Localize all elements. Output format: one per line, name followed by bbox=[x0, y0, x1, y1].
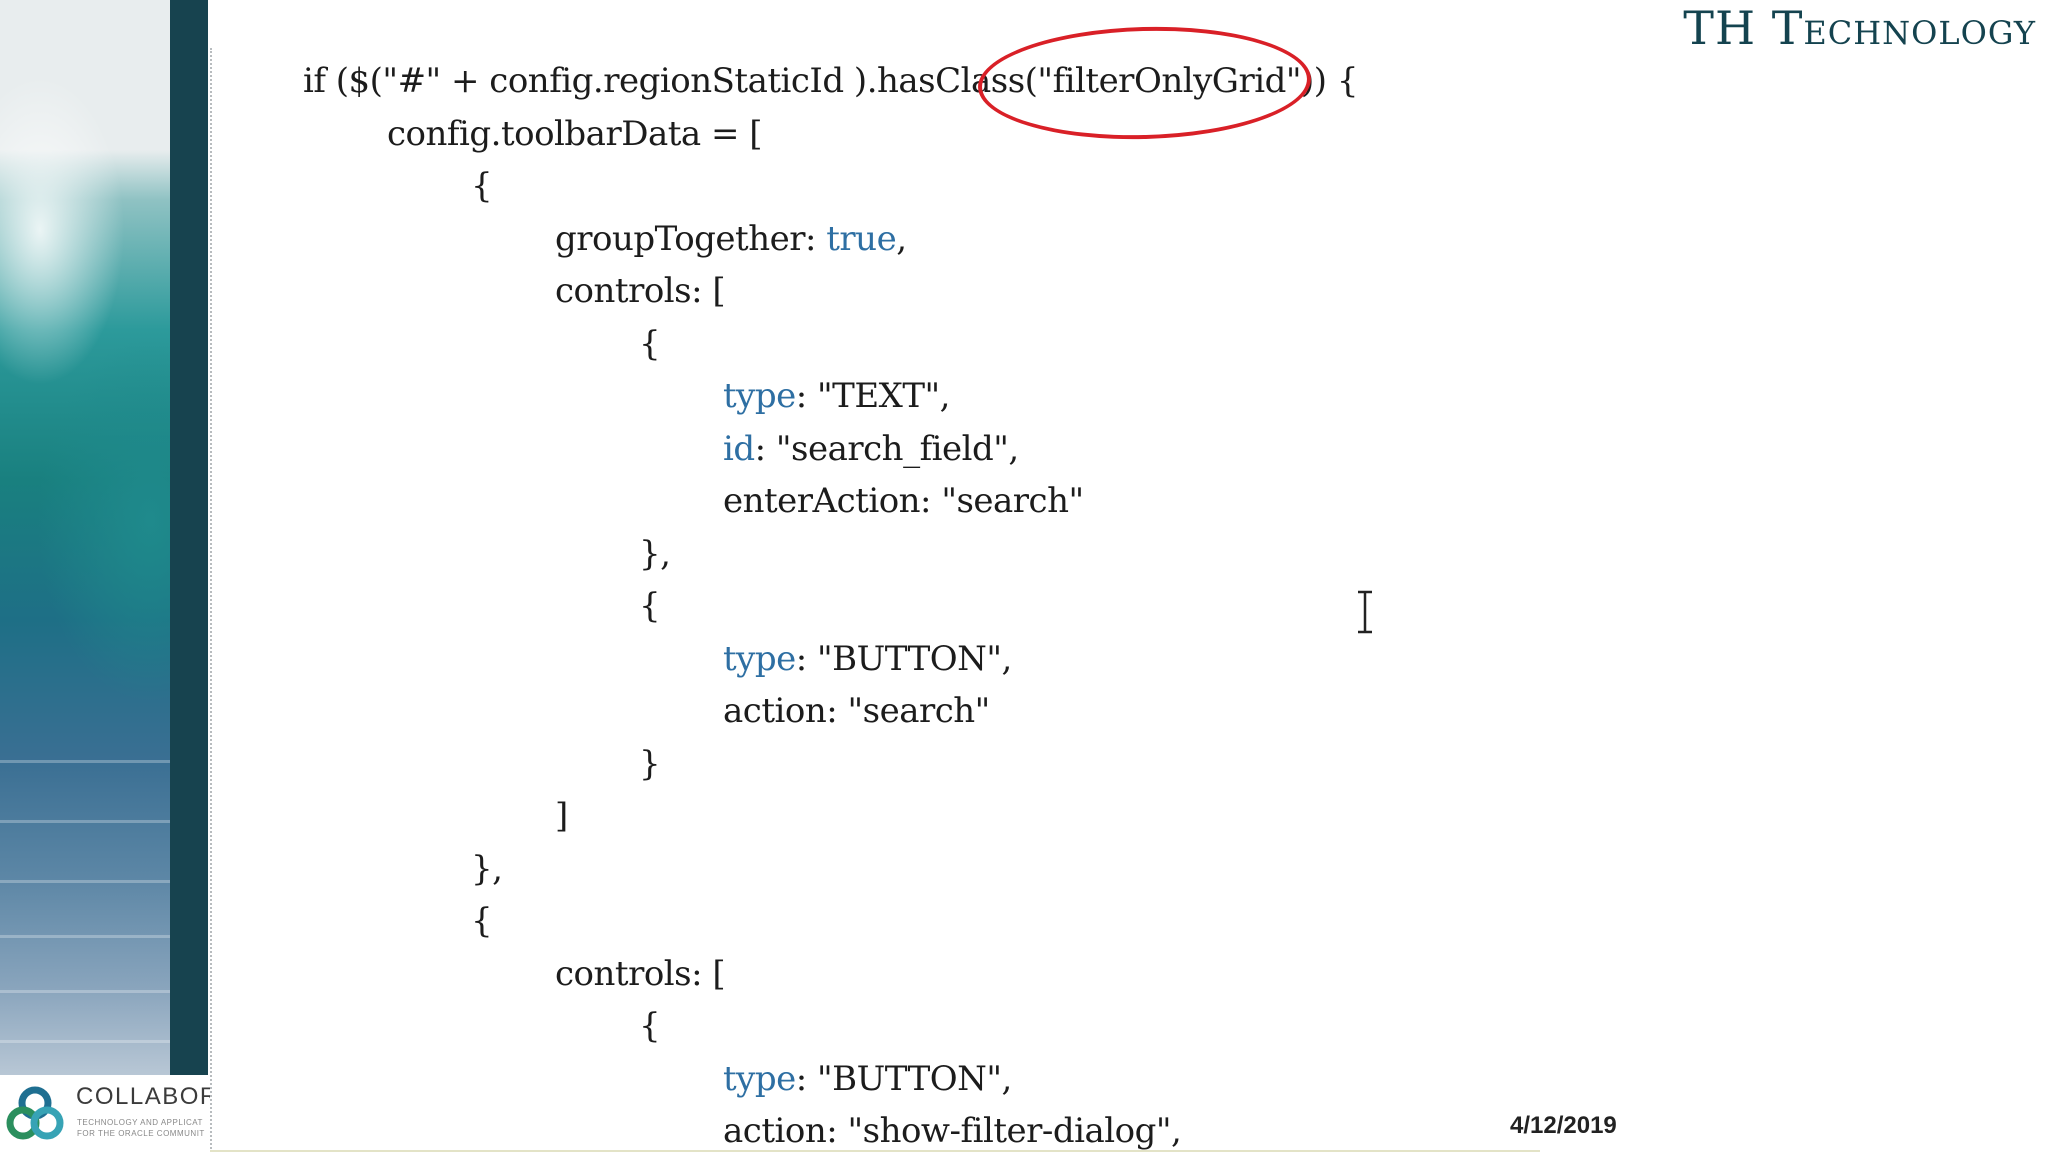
code-line: { bbox=[303, 580, 1953, 633]
code-text: { bbox=[471, 166, 493, 206]
code-line: controls: [ bbox=[303, 265, 1953, 318]
code-text: controls: [ bbox=[555, 271, 726, 311]
code-line: { bbox=[303, 1000, 1953, 1053]
code-text: : "TEXT", bbox=[795, 376, 951, 416]
code-text: { bbox=[639, 1006, 661, 1046]
brand-title: TH Technology bbox=[1683, 1, 2036, 55]
dotted-divider bbox=[210, 48, 212, 1152]
code-keyword: type bbox=[723, 376, 796, 416]
code-text: : "search_field", bbox=[754, 428, 1020, 469]
code-text: { bbox=[471, 901, 493, 941]
code-line: { bbox=[303, 160, 1953, 213]
slide-date: 4/12/2019 bbox=[1510, 1112, 1617, 1139]
code-line: enterAction: "search" bbox=[303, 475, 1953, 528]
code-text: action: "show-filter-dialog", bbox=[723, 1111, 1182, 1151]
code-keyword: type bbox=[723, 638, 796, 679]
code-line: { bbox=[303, 895, 1953, 948]
code-line: }, bbox=[303, 528, 1953, 581]
code-line: { bbox=[303, 318, 1953, 371]
code-text: ] bbox=[555, 796, 568, 836]
code-line: ] bbox=[303, 790, 1953, 843]
code-text: action: "search" bbox=[723, 691, 990, 731]
logo-tagline-line-2: FOR THE ORACLE COMMUNIT bbox=[77, 1129, 205, 1138]
code-text: { bbox=[639, 586, 661, 626]
code-text: : "BUTTON", bbox=[795, 1058, 1013, 1099]
collaborate-logo: COLLABOR TECHNOLOGY AND APPLICAT FOR THE… bbox=[0, 1075, 210, 1152]
code-line: id: "search_field", bbox=[303, 423, 1953, 476]
code-line: } bbox=[303, 738, 1953, 791]
code-line: type: "BUTTON", bbox=[303, 1053, 1953, 1106]
code-text: : "BUTTON", bbox=[795, 638, 1013, 679]
code-text: enterAction: "search" bbox=[723, 481, 1084, 521]
code-text: , bbox=[896, 218, 907, 259]
logo-name: COLLABOR bbox=[76, 1083, 210, 1110]
code-text: { bbox=[639, 323, 661, 364]
code-text: groupTogether: bbox=[555, 218, 827, 259]
code-keyword: id bbox=[723, 428, 755, 469]
text-cursor-icon bbox=[1358, 590, 1372, 634]
code-text: }, bbox=[639, 533, 671, 574]
collaborate-logo-icon bbox=[6, 1086, 64, 1140]
code-text: } bbox=[639, 743, 661, 784]
code-text: config.toolbarData = [ bbox=[387, 113, 763, 154]
code-line: controls: [ bbox=[303, 948, 1953, 1001]
ocean-wave-image bbox=[0, 0, 170, 1075]
code-keyword: true bbox=[826, 218, 897, 259]
code-keyword: type bbox=[723, 1058, 796, 1099]
code-line: action: "search" bbox=[303, 685, 1953, 738]
sidebar-accent-bar bbox=[170, 0, 208, 1075]
logo-tagline: TECHNOLOGY AND APPLICAT FOR THE ORACLE C… bbox=[77, 1117, 205, 1139]
code-text: controls: [ bbox=[555, 953, 726, 994]
code-text: }, bbox=[471, 848, 503, 889]
code-line: }, bbox=[303, 843, 1953, 896]
code-line: type: "BUTTON", bbox=[303, 633, 1953, 686]
logo-tagline-line-1: TECHNOLOGY AND APPLICAT bbox=[77, 1118, 203, 1127]
code-line: type: "TEXT", bbox=[303, 370, 1953, 423]
code-line: groupTogether: true, bbox=[303, 213, 1953, 266]
code-block: if ($("#" + config.regionStaticId ).hasC… bbox=[303, 55, 1953, 1158]
